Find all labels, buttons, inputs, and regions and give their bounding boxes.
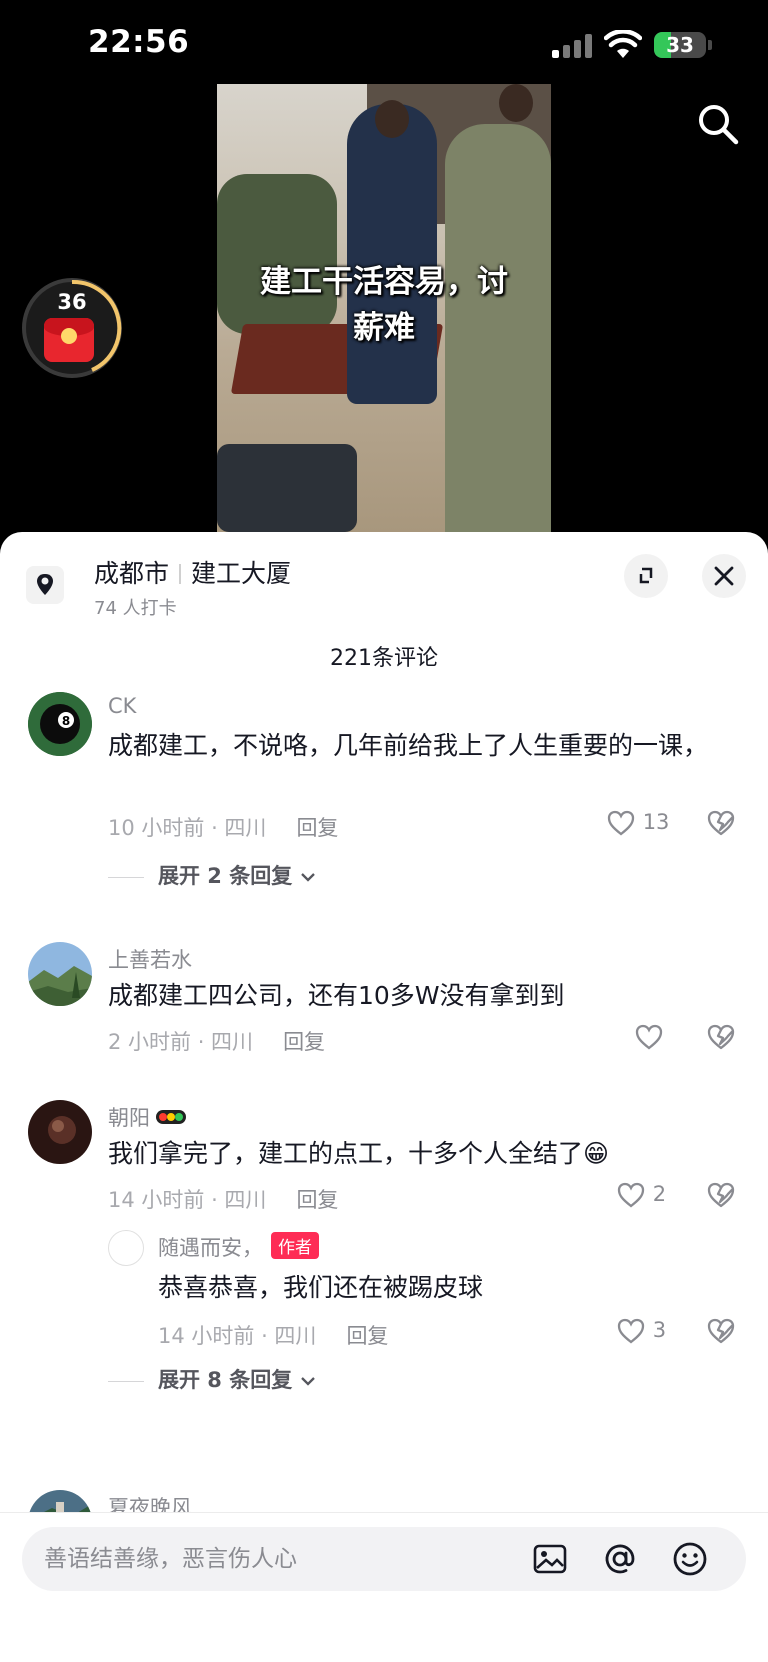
like-button[interactable]: 3 <box>616 1316 666 1346</box>
comment-meta: 14 小时前 · 四川 回复 <box>108 1184 338 1214</box>
expand-replies-button[interactable]: 展开 2 条回复 <box>108 860 316 890</box>
comment-sheet: 成都市 建工大厦 74 人打卡 221条评论 8 CK 成都建工，不说咯，几年前给… <box>0 532 768 1662</box>
like-count: 3 <box>652 1318 667 1342</box>
dislike-button[interactable] <box>706 1022 736 1052</box>
reply-item: 随遇而安， 作者 恭喜恭喜，我们还在被踢皮球 14 小时前 · 四川 回复 3 <box>0 1230 768 1360</box>
reply-meta: 14 小时前 · 四川 回复 <box>158 1320 388 1350</box>
broken-heart-icon <box>707 810 735 836</box>
expand-replies-label: 展开 2 条回复 <box>158 864 293 888</box>
red-envelope-icon <box>44 318 94 362</box>
author-badge: 作者 <box>271 1232 319 1259</box>
heart-icon <box>607 810 635 836</box>
like-button[interactable]: 13 <box>606 808 669 838</box>
like-count: 2 <box>652 1182 667 1206</box>
dislike-button[interactable] <box>706 1180 736 1210</box>
mention-icon[interactable] <box>602 1541 638 1577</box>
dislike-button[interactable] <box>706 1316 736 1346</box>
dark-photo-avatar-icon <box>28 1100 92 1164</box>
expand-replies-button[interactable]: 展开 8 条回复 <box>108 1364 316 1394</box>
reply-author[interactable]: 随遇而安， 作者 <box>158 1232 319 1262</box>
comment-meta: 10 小时前 · 四川 回复 <box>108 812 338 842</box>
video-scene-standing-man <box>347 104 437 404</box>
close-icon <box>714 566 734 586</box>
location-checkins: 74 人打卡 <box>94 598 177 619</box>
comment-meta: 2 小时前 · 四川 回复 <box>108 1026 325 1056</box>
comment-text: 我们拿完了，建工的点工，十多个人全结了😁 <box>108 1139 610 1168</box>
broken-heart-icon <box>707 1024 735 1050</box>
svg-text:8: 8 <box>62 714 70 728</box>
red-packet-widget[interactable]: 36 <box>22 278 122 378</box>
heart-icon <box>635 1024 663 1050</box>
location-city: 成都市 <box>94 559 170 588</box>
comment-item: 上善若水 成都建工四公司，还有10多W没有拿到到 2 小时前 · 四川 回复 <box>0 942 768 1054</box>
status-time: 22:56 <box>88 24 190 60</box>
heart-icon <box>617 1318 645 1344</box>
status-bar: 22:56 33 <box>0 0 768 90</box>
location-place: 建工大厦 <box>191 559 292 588</box>
broken-heart-icon <box>707 1182 735 1208</box>
dislike-button[interactable] <box>706 808 736 838</box>
comment-input-bar <box>0 1512 768 1662</box>
comment-time: 14 小时前 · 四川 <box>108 1188 267 1212</box>
eight-ball-avatar-icon: 8 <box>28 692 92 756</box>
like-count: 13 <box>642 810 670 834</box>
reply-time: 14 小时前 · 四川 <box>158 1324 317 1348</box>
video-scene-sofa <box>217 444 357 532</box>
avatar[interactable] <box>28 942 92 1006</box>
avatar[interactable]: 8 <box>28 692 92 756</box>
chevron-down-icon <box>300 1377 315 1386</box>
red-packet-count: 36 <box>57 290 87 314</box>
comment-input-container[interactable] <box>22 1527 746 1591</box>
reply-button[interactable]: 回复 <box>346 1324 388 1348</box>
comment-time: 10 小时前 · 四川 <box>108 816 267 840</box>
wifi-icon <box>604 30 642 58</box>
battery-tip <box>708 40 712 50</box>
comment-item: 8 CK 成都建工，不说咯，几年前给我上了人生重要的一课， 10 小时前 · 四… <box>0 692 768 892</box>
comment-input[interactable] <box>44 1527 524 1591</box>
video-player[interactable]: 建工干活容易，讨 薪难 <box>217 84 551 532</box>
comment-text: 成都建工，不说咯，几年前给我上了人生重要的一课， <box>108 731 709 760</box>
expand-icon <box>639 567 653 584</box>
reply-author-name: 随遇而安， <box>158 1236 263 1260</box>
reply-button[interactable]: 回复 <box>296 816 338 840</box>
video-caption: 建工干活容易，讨 薪难 <box>260 264 508 346</box>
search-icon[interactable] <box>696 102 740 146</box>
location-title[interactable]: 成都市 建工大厦 <box>94 554 291 590</box>
comment-author[interactable]: 朝阳 <box>108 1102 186 1132</box>
emoji-icon[interactable] <box>672 1541 708 1577</box>
comment-author[interactable]: 上善若水 <box>108 944 192 974</box>
like-button[interactable]: 2 <box>616 1180 666 1210</box>
battery-percent: 33 <box>666 33 694 57</box>
comment-author[interactable]: CK <box>108 694 136 718</box>
traffic-light-icon <box>156 1110 186 1124</box>
comment-text: 成都建工四公司，还有10多W没有拿到到 <box>108 981 565 1010</box>
battery-icon: 33 <box>654 32 706 58</box>
expand-button[interactable] <box>624 554 668 598</box>
reply-button[interactable]: 回复 <box>296 1188 338 1212</box>
comment-count: 221条评论 <box>330 646 438 671</box>
landscape-avatar-icon <box>28 942 92 1006</box>
image-icon[interactable] <box>532 1541 568 1577</box>
comment-author-name: 朝阳 <box>108 1106 150 1130</box>
avatar[interactable] <box>28 1100 92 1164</box>
location-pin-icon <box>26 566 64 604</box>
video-scene-head <box>375 100 409 138</box>
reply-button[interactable]: 回复 <box>283 1030 325 1054</box>
heart-icon <box>617 1182 645 1208</box>
like-button[interactable] <box>634 1022 664 1052</box>
video-scene-head <box>499 84 533 122</box>
comment-time: 2 小时前 · 四川 <box>108 1030 254 1054</box>
reply-avatar[interactable] <box>108 1230 144 1266</box>
cellular-signal-icon <box>552 34 594 58</box>
expand-replies-label: 展开 8 条回复 <box>158 1368 293 1392</box>
comment-item: 朝阳 我们拿完了，建工的点工，十多个人全结了😁 14 小时前 · 四川 回复 2 … <box>0 1100 768 1420</box>
close-button[interactable] <box>702 554 746 598</box>
reply-text: 恭喜恭喜，我们还在被踢皮球 <box>158 1273 484 1302</box>
broken-heart-icon <box>707 1318 735 1344</box>
chevron-down-icon <box>300 873 315 882</box>
